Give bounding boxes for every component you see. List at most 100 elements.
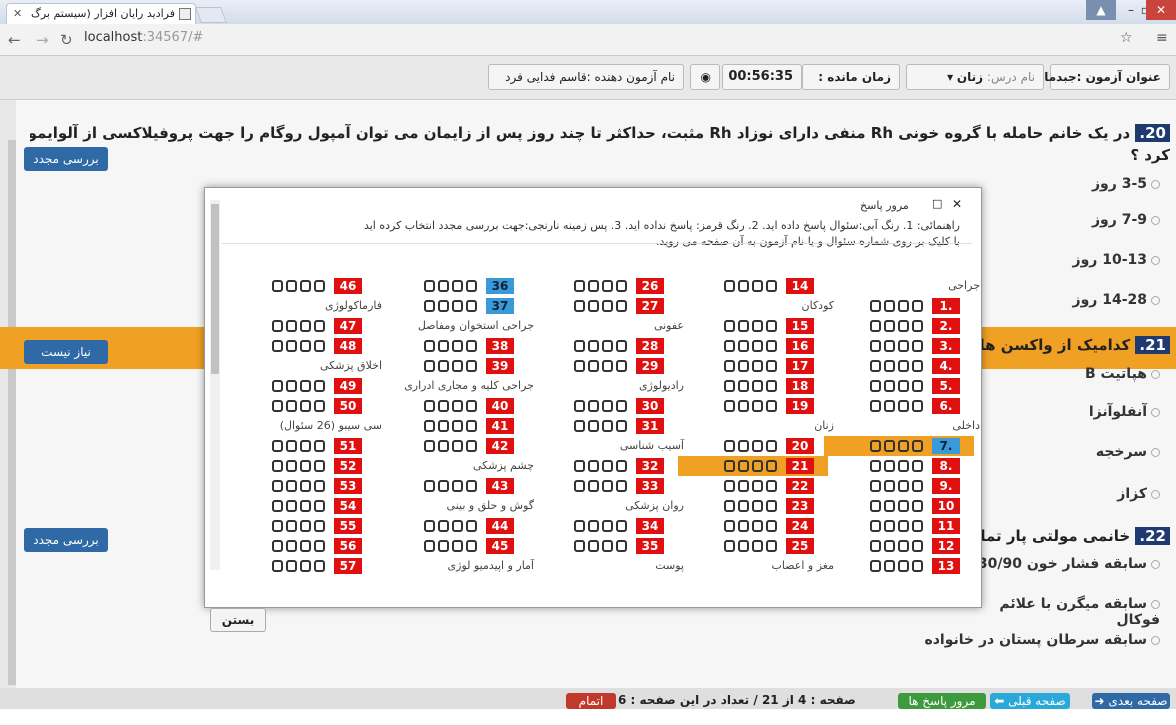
new-tab-button[interactable]: [195, 7, 227, 23]
question-link[interactable]: 44: [424, 518, 514, 534]
question-number[interactable]: 45: [486, 538, 514, 554]
question-link[interactable]: 50: [272, 398, 362, 414]
close-tab-icon[interactable]: ✕: [13, 7, 22, 20]
question-link[interactable]: 4.: [870, 358, 960, 374]
question-number[interactable]: 20: [786, 438, 814, 454]
question-link[interactable]: 5.: [870, 378, 960, 394]
option-q21-4[interactable]: کزاز: [1010, 486, 1160, 502]
question-number[interactable]: 2.: [932, 318, 960, 334]
question-number[interactable]: 15: [786, 318, 814, 334]
option-q20-1[interactable]: 3-5 روز: [1010, 176, 1160, 192]
question-number[interactable]: 30: [636, 398, 664, 414]
question-link[interactable]: 49: [272, 378, 362, 394]
question-link[interactable]: 25: [724, 538, 814, 554]
question-number[interactable]: 8.: [932, 458, 960, 474]
not-needed-button[interactable]: نیاز نیست: [24, 340, 108, 364]
question-link[interactable]: 34: [574, 518, 664, 534]
close-modal-icon[interactable]: ✕: [952, 197, 962, 211]
menu-icon[interactable]: ≡: [1156, 30, 1168, 46]
review-again-button-22[interactable]: بررسی مجدد: [24, 528, 108, 552]
question-number[interactable]: 44: [486, 518, 514, 534]
category-link[interactable]: آسیب شناسی: [534, 439, 684, 452]
question-number[interactable]: 29: [636, 358, 664, 374]
question-number[interactable]: 6.: [932, 398, 960, 414]
question-link[interactable]: 3.: [870, 338, 960, 354]
question-link[interactable]: 41: [424, 418, 514, 434]
category-link[interactable]: آمار و اپیدمیو لوژی: [384, 559, 534, 572]
question-number[interactable]: 18: [786, 378, 814, 394]
close-button[interactable]: بستن: [210, 608, 266, 632]
category-link[interactable]: گوش و حلق و بینی: [384, 499, 534, 512]
left-scrollbar[interactable]: [8, 140, 16, 685]
question-link[interactable]: 11: [870, 518, 960, 534]
category-link[interactable]: عفونی: [534, 319, 684, 332]
question-number[interactable]: 38: [486, 338, 514, 354]
question-number[interactable]: 10: [932, 498, 960, 514]
question-link[interactable]: 51: [272, 438, 362, 454]
question-number[interactable]: 3.: [932, 338, 960, 354]
eye-icon[interactable]: ◉: [690, 64, 720, 90]
prev-page-button[interactable]: ⬅ صفحه قبلی: [990, 693, 1070, 709]
question-link[interactable]: 20: [724, 438, 814, 454]
question-number[interactable]: 55: [334, 518, 362, 534]
question-link[interactable]: 19: [724, 398, 814, 414]
category-link[interactable]: روان پزشکی: [534, 499, 684, 512]
question-link[interactable]: 6.: [870, 398, 960, 414]
option-q21-2[interactable]: آنفلوآنزا: [1010, 404, 1160, 420]
reload-icon[interactable]: ↻: [60, 31, 73, 49]
user-icon[interactable]: ▲: [1086, 0, 1116, 20]
question-number[interactable]: 14: [786, 278, 814, 294]
question-link[interactable]: 2.: [870, 318, 960, 334]
category-link[interactable]: چشم پزشکی: [384, 459, 534, 472]
question-link[interactable]: 9.: [870, 478, 960, 494]
question-link[interactable]: 15: [724, 318, 814, 334]
option-q20-3[interactable]: 10-13 روز: [1010, 252, 1160, 268]
question-number[interactable]: 25: [786, 538, 814, 554]
question-number[interactable]: 9.: [932, 478, 960, 494]
question-link[interactable]: 37: [424, 298, 514, 314]
category-link[interactable]: جراحی: [830, 279, 980, 292]
question-link[interactable]: 38: [424, 338, 514, 354]
question-link[interactable]: 22: [724, 478, 814, 494]
question-number[interactable]: 39: [486, 358, 514, 374]
question-number[interactable]: 24: [786, 518, 814, 534]
question-link[interactable]: 40: [424, 398, 514, 414]
question-number[interactable]: 57: [334, 558, 362, 574]
back-icon[interactable]: ←: [8, 31, 21, 49]
question-link[interactable]: 24: [724, 518, 814, 534]
question-number[interactable]: 31: [636, 418, 664, 434]
question-link[interactable]: 29: [574, 358, 664, 374]
category-link[interactable]: جراحی کلیه و مجاری ادراری: [384, 379, 534, 392]
question-link[interactable]: 48: [272, 338, 362, 354]
question-number[interactable]: 1.: [932, 298, 960, 314]
question-link[interactable]: 28: [574, 338, 664, 354]
question-link[interactable]: 1.: [870, 298, 960, 314]
question-number[interactable]: 11: [932, 518, 960, 534]
question-number[interactable]: 32: [636, 458, 664, 474]
question-link[interactable]: 57: [272, 558, 362, 574]
option-q20-2[interactable]: 7-9 روز: [1010, 212, 1160, 228]
question-number[interactable]: 16: [786, 338, 814, 354]
url-field[interactable]: localhost:34567/#: [84, 30, 203, 45]
question-link[interactable]: 43: [424, 478, 514, 494]
question-number[interactable]: 17: [786, 358, 814, 374]
question-number[interactable]: 41: [486, 418, 514, 434]
question-number[interactable]: 46: [334, 278, 362, 294]
question-number[interactable]: 56: [334, 538, 362, 554]
question-link[interactable]: 47: [272, 318, 362, 334]
question-number[interactable]: 21: [786, 458, 814, 474]
category-link[interactable]: کودکان: [684, 299, 834, 312]
question-link[interactable]: 52: [272, 458, 362, 474]
category-link[interactable]: اخلاق پزشکی: [232, 359, 382, 372]
review-answers-button[interactable]: مرور پاسخ ها: [898, 693, 986, 709]
bookmark-star-icon[interactable]: ☆: [1120, 30, 1133, 46]
question-link[interactable]: 16: [724, 338, 814, 354]
question-number[interactable]: 53: [334, 478, 362, 494]
question-link[interactable]: 7.: [870, 438, 960, 454]
option-q22-3[interactable]: سابقه سرطان پستان در خانواده: [900, 632, 1160, 648]
maximize-modal-icon[interactable]: □: [932, 197, 942, 210]
question-number[interactable]: 40: [486, 398, 514, 414]
category-link[interactable]: مغز و اعصاب: [684, 559, 834, 572]
question-link[interactable]: 14: [724, 278, 814, 294]
question-link[interactable]: 30: [574, 398, 664, 414]
